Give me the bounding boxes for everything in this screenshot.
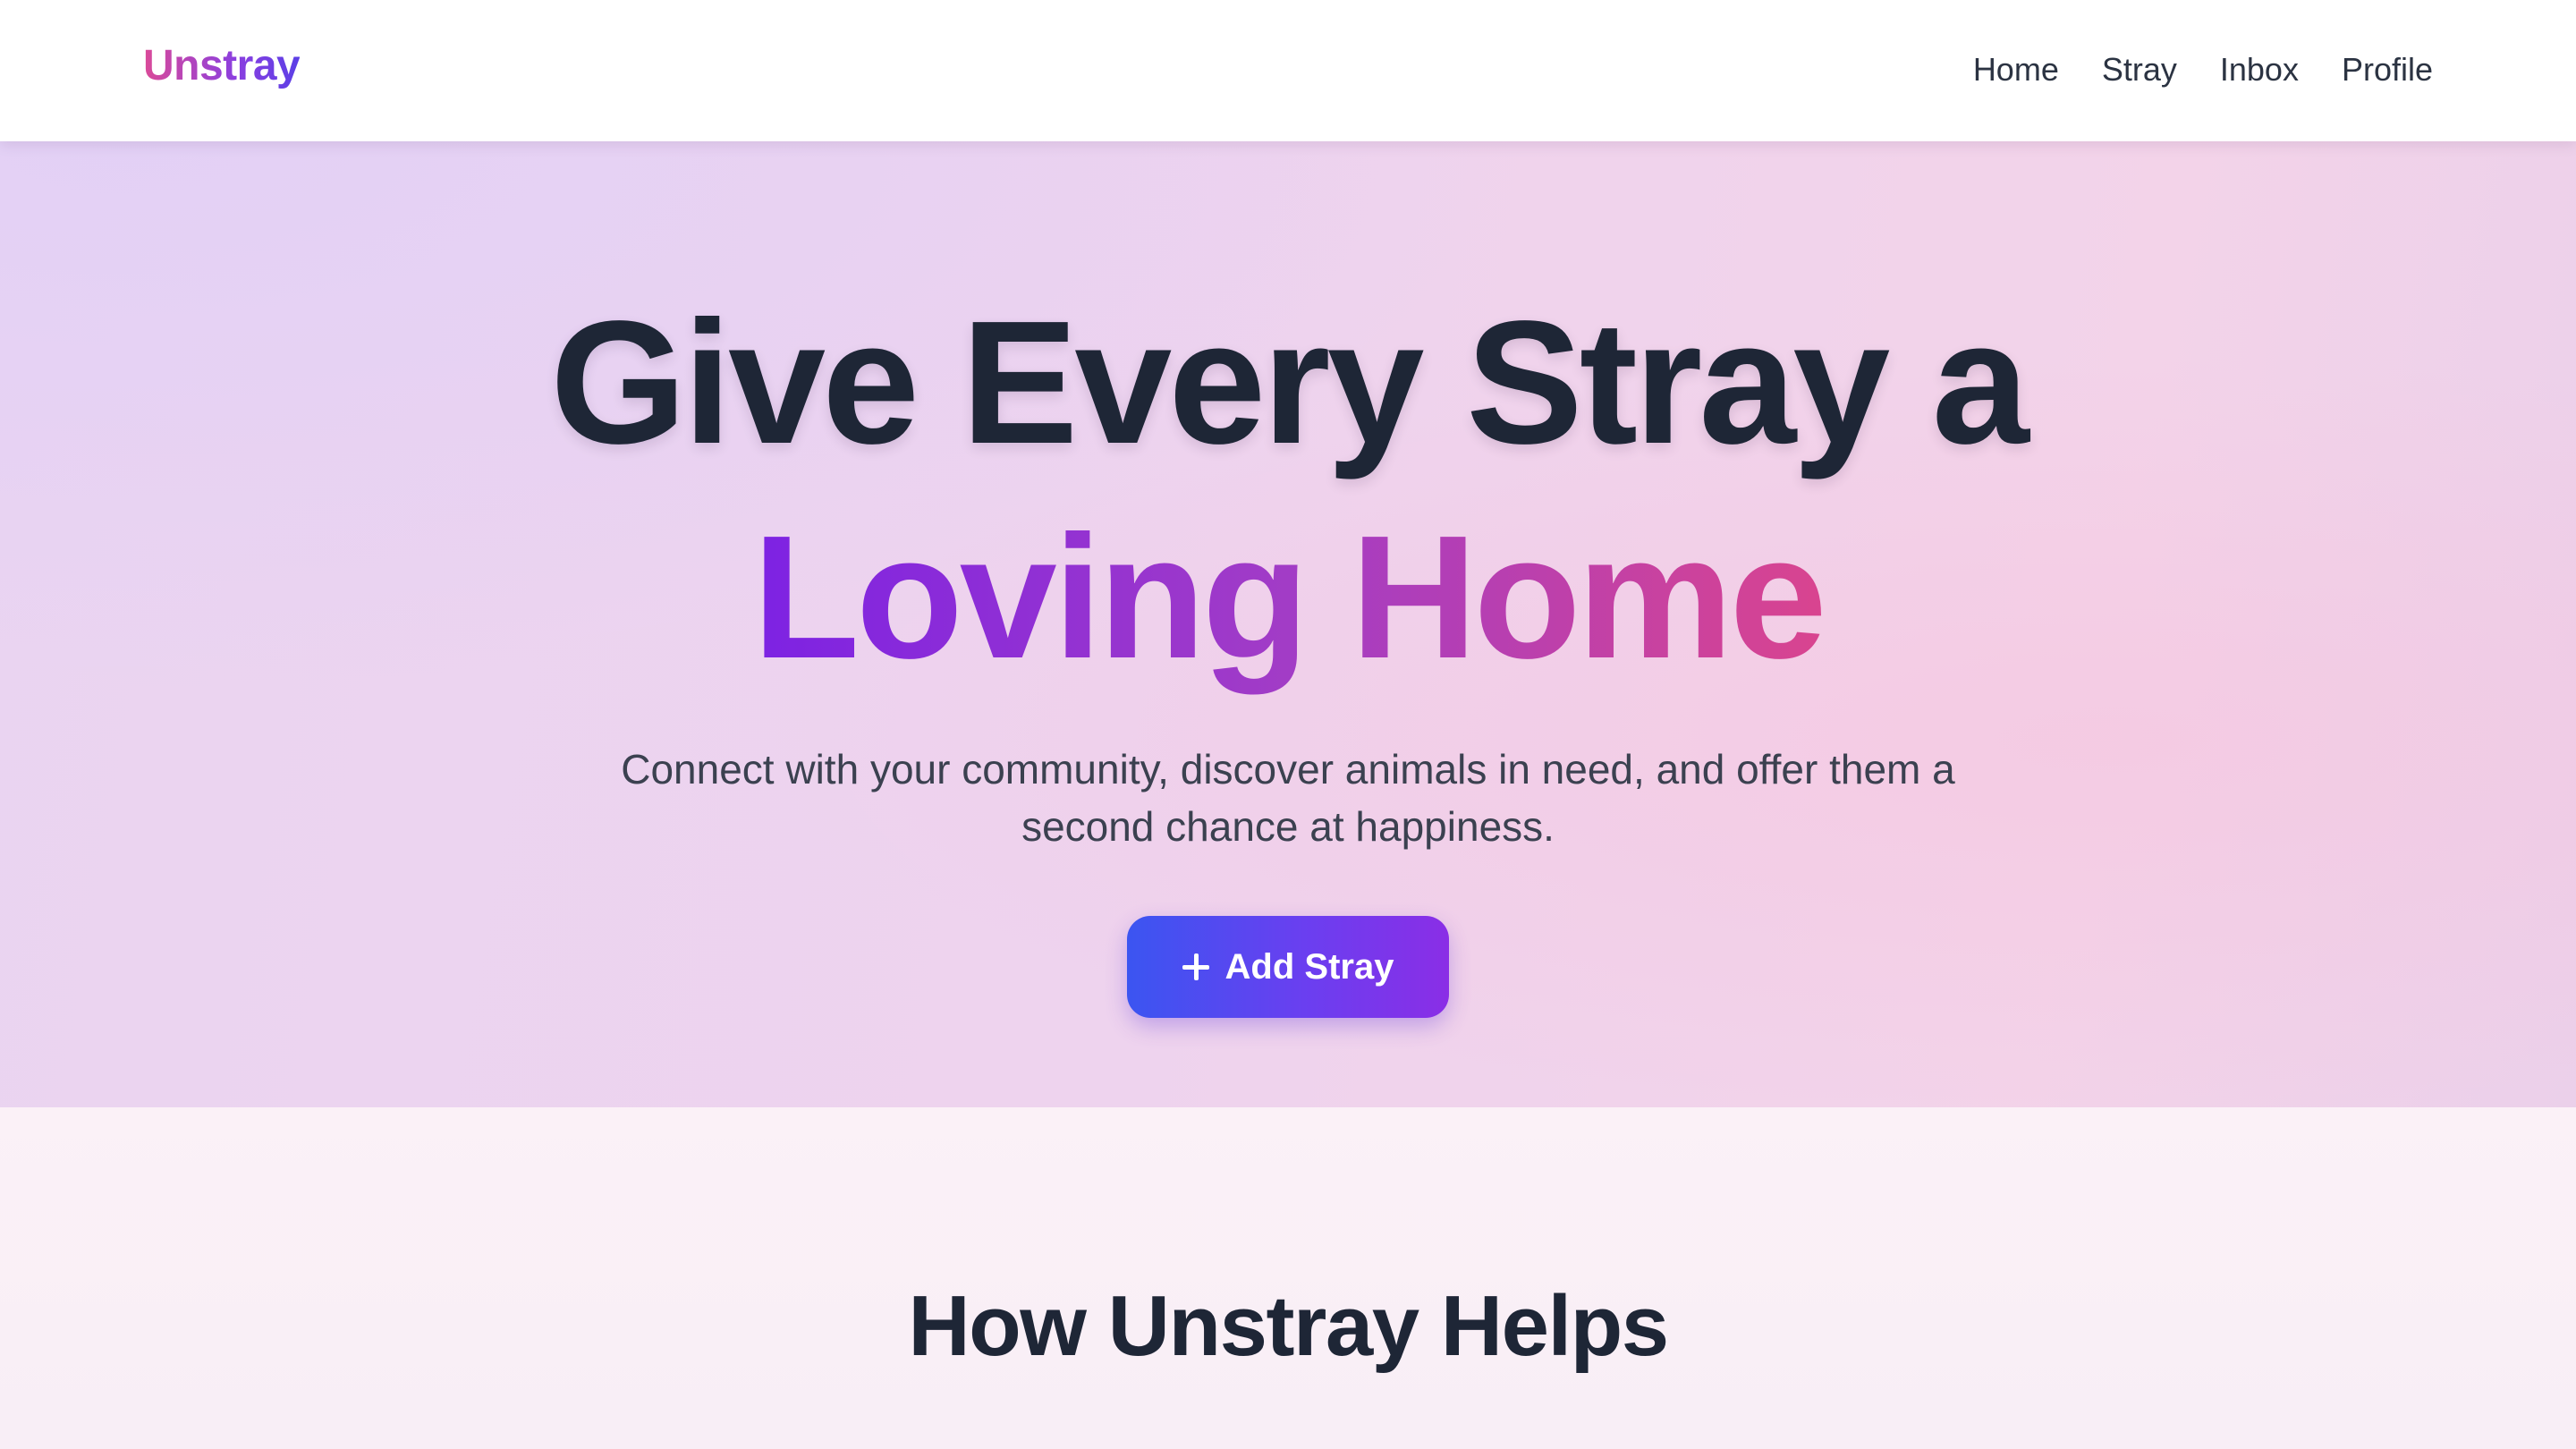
- brand-logo[interactable]: Unstray: [143, 41, 301, 90]
- nav-link-home[interactable]: Home: [1973, 47, 2059, 93]
- add-stray-button-label: Add Stray: [1224, 946, 1394, 987]
- nav-link-stray[interactable]: Stray: [2102, 47, 2177, 93]
- section-title: How Unstray Helps: [908, 1278, 1669, 1374]
- nav-link-inbox[interactable]: Inbox: [2220, 47, 2299, 93]
- hero-headline: Give Every Stray a Loving Home: [0, 275, 2576, 705]
- hero-headline-line2: Loving Home: [752, 490, 1826, 705]
- nav-link-profile[interactable]: Profile: [2342, 47, 2433, 93]
- add-stray-button[interactable]: Add Stray: [1127, 916, 1449, 1018]
- hero-headline-line1: Give Every Stray a: [550, 284, 2029, 480]
- top-navbar: Unstray Home Stray Inbox Profile: [0, 0, 2576, 141]
- nav-links: Home Stray Inbox Profile: [1973, 47, 2433, 93]
- plus-icon: [1182, 953, 1209, 980]
- hero-subtitle: Connect with your community, discover an…: [621, 746, 1955, 850]
- how-it-helps-section: How Unstray Helps: [0, 1107, 2576, 1449]
- hero-section: Give Every Stray a Loving Home Connect w…: [0, 141, 2576, 1107]
